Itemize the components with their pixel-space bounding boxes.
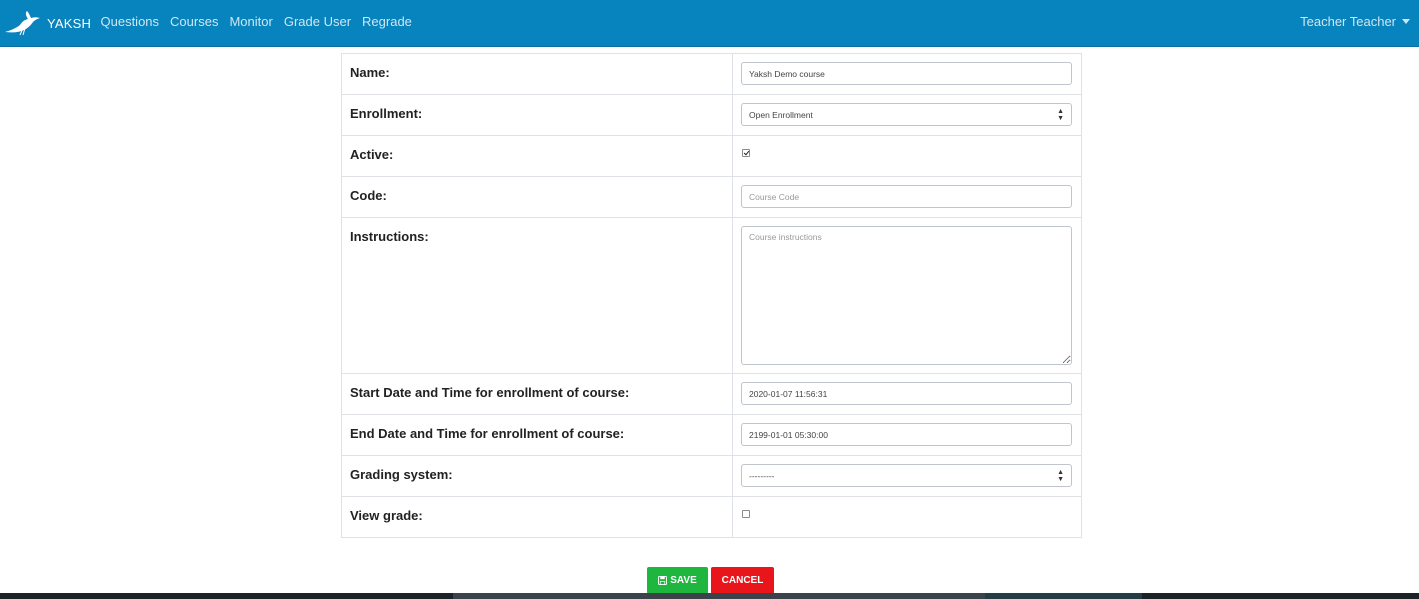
course-form-table: Name: Enrollment: Open Enrollment ▲▼ Act… [341, 53, 1082, 538]
nav-links: Questions Courses Monitor Grade User Reg… [95, 0, 417, 42]
form-row-code: Code: [341, 176, 1082, 218]
cancel-button-label: CANCEL [721, 575, 764, 586]
grading-selected-value: --------- [749, 470, 775, 481]
nav-questions[interactable]: Questions [95, 14, 165, 29]
nav-grade-user[interactable]: Grade User [278, 14, 356, 29]
cancel-button[interactable]: CANCEL [711, 567, 774, 594]
nav-regrade[interactable]: Regrade [357, 14, 418, 29]
grading-select[interactable]: --------- ▲ ▼ [741, 464, 1072, 487]
instructions-textarea[interactable] [741, 226, 1072, 365]
floppy-disk-icon [658, 576, 668, 585]
brand-logo-link[interactable]: YAKSH [4, 9, 91, 37]
name-input[interactable] [741, 62, 1072, 85]
nav-courses[interactable]: Courses [165, 14, 224, 29]
active-label: Active: [341, 135, 733, 177]
form-row-view-grade: View grade: [341, 496, 1082, 538]
brand-name: YAKSH [47, 15, 92, 31]
code-label: Code: [341, 176, 733, 218]
view-grade-checkbox[interactable] [742, 510, 750, 518]
enrollment-selected-value: Open Enrollment [749, 109, 813, 120]
nav-monitor[interactable]: Monitor [224, 14, 278, 29]
bottom-strip-segment [985, 593, 1142, 599]
bottom-strip-segment [453, 593, 985, 599]
user-name: Teacher Teacher [1300, 13, 1396, 29]
user-menu-dropdown[interactable]: Teacher Teacher [1300, 0, 1410, 42]
form-row-grading: Grading system: --------- ▲ ▼ [341, 455, 1082, 497]
end-date-label: End Date and Time for enrollment of cour… [341, 414, 733, 456]
view-grade-label: View grade: [341, 496, 733, 538]
start-date-input[interactable] [741, 382, 1072, 405]
grading-label: Grading system: [341, 455, 733, 497]
select-arrows-icon: ▲ ▼ [1057, 107, 1064, 122]
instructions-label: Instructions: [341, 217, 733, 374]
top-navbar: YAKSH Questions Courses Monitor Grade Us… [0, 0, 1419, 47]
enrollment-label: Enrollment: [341, 94, 733, 136]
crane-bird-icon [5, 11, 40, 36]
form-row-enrollment: Enrollment: Open Enrollment ▲ ▼ [341, 94, 1082, 136]
form-row-instructions: Instructions: [341, 217, 1082, 374]
enrollment-select[interactable]: Open Enrollment ▲ ▼ [741, 103, 1072, 126]
end-date-input[interactable] [741, 423, 1072, 446]
code-input[interactable] [741, 185, 1072, 208]
save-button-label: SAVE [670, 575, 697, 586]
save-button[interactable]: SAVE [647, 567, 708, 594]
start-date-label: Start Date and Time for enrollment of co… [341, 373, 733, 415]
form-row-name: Name: [341, 53, 1082, 95]
name-label: Name: [341, 53, 733, 95]
form-row-end-date: End Date and Time for enrollment of cour… [341, 414, 1082, 456]
form-row-start-date: Start Date and Time for enrollment of co… [341, 373, 1082, 415]
form-row-active: Active: [341, 135, 1082, 177]
select-arrows-icon: ▲ ▼ [1057, 468, 1064, 483]
caret-down-icon [1402, 18, 1410, 24]
active-checkbox[interactable] [742, 149, 750, 157]
